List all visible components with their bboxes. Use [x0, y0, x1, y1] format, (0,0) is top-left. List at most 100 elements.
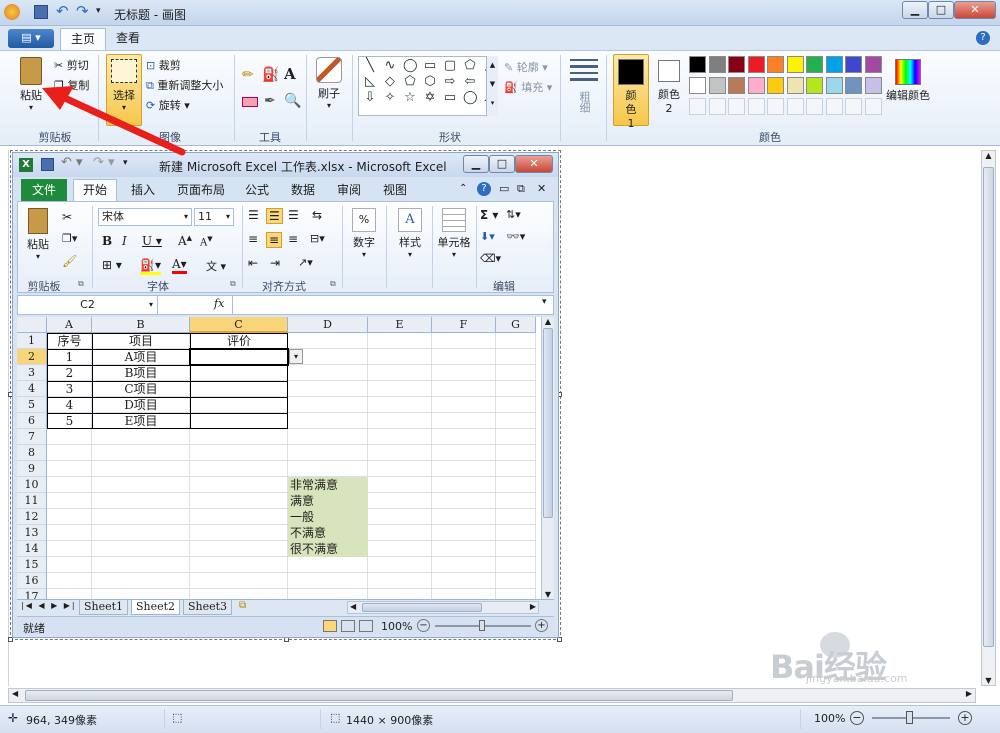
underline-button[interactable]: U ▾: [142, 234, 162, 248]
excel-tab-file[interactable]: 文件: [21, 179, 67, 201]
row-header-1[interactable]: 1: [17, 333, 47, 349]
insert-sheet-icon[interactable]: ⧉: [239, 600, 246, 611]
table-header-cell[interactable]: 评价: [190, 333, 288, 349]
color-swatch[interactable]: [825, 56, 843, 73]
table-cell[interactable]: E项目: [92, 413, 190, 429]
scroll-left-icon[interactable]: ◀: [12, 689, 18, 698]
styles-button[interactable]: A 样式 ▾: [390, 206, 430, 270]
oval-shape-icon[interactable]: ◯: [403, 59, 418, 73]
excel-app-icon[interactable]: X: [19, 158, 33, 172]
rectangle-shape-icon[interactable]: ▭: [423, 59, 437, 73]
normal-view-icon[interactable]: [323, 620, 337, 632]
brushes-button[interactable]: 刷子 ▾: [312, 55, 346, 125]
row-header-6[interactable]: 6: [17, 413, 47, 429]
zoom-slider[interactable]: [435, 620, 531, 631]
excel-tab-insert[interactable]: 插入: [131, 181, 155, 198]
column-header-d[interactable]: D: [288, 317, 368, 333]
column-header-g[interactable]: G: [496, 317, 536, 333]
fill-color-button[interactable]: ⛽▾: [140, 258, 161, 275]
color-swatch[interactable]: [767, 98, 784, 115]
horizontal-scrollbar[interactable]: ◀ ▶: [347, 601, 539, 614]
worksheet-grid[interactable]: A B C D E F G 1 2 3 4 5 6 7 8 9 10 11 12 13 14 15 16 17 序号 项目 评价 1 A…: [17, 317, 541, 599]
row-header-11[interactable]: 11: [17, 493, 47, 509]
outline-button[interactable]: ✎ 轮廓 ▾: [504, 59, 548, 75]
color-swatch[interactable]: [708, 77, 726, 94]
zoom-out-icon[interactable]: −: [417, 619, 430, 632]
font-size-select[interactable]: 11 ▾: [194, 208, 234, 226]
color-swatch[interactable]: [689, 98, 706, 115]
color-swatch[interactable]: [689, 56, 706, 73]
row-header-13[interactable]: 13: [17, 525, 47, 541]
vertical-scrollbar[interactable]: ▲ ▼: [541, 317, 554, 599]
color-swatch[interactable]: [689, 77, 706, 94]
size-button[interactable]: 粗细: [568, 57, 600, 123]
table-cell[interactable]: 1: [47, 349, 92, 365]
row-header-10[interactable]: 10: [17, 477, 47, 493]
table-cell[interactable]: 3: [47, 381, 92, 397]
row-header-4[interactable]: 4: [17, 381, 47, 397]
right-arrow-shape-icon[interactable]: ⇨: [443, 75, 457, 89]
color-swatch[interactable]: [845, 77, 862, 94]
align-right-icon[interactable]: ≡: [288, 232, 298, 246]
tab-view[interactable]: 查看: [106, 28, 150, 50]
color-swatch[interactable]: [825, 98, 843, 115]
column-header-b[interactable]: B: [92, 317, 190, 333]
color-swatch[interactable]: [786, 56, 804, 73]
sort-filter-icon[interactable]: ⇅▾: [506, 208, 521, 221]
text-tool-icon[interactable]: A: [284, 65, 296, 83]
scroll-right-icon[interactable]: ▶: [530, 602, 536, 611]
find-select-icon[interactable]: 👓▾: [506, 230, 525, 243]
excel-tab-review[interactable]: 审阅: [337, 181, 361, 198]
close-button[interactable]: ✕: [954, 1, 996, 19]
increase-indent-icon[interactable]: ⇥: [270, 256, 280, 270]
scroll-thumb[interactable]: [543, 328, 553, 518]
italic-button[interactable]: I: [122, 234, 127, 248]
excel-minimize-button[interactable]: ▁: [463, 155, 489, 173]
color-swatch[interactable]: [747, 56, 765, 73]
paint-horizontal-scrollbar[interactable]: ◀ ▶: [8, 688, 976, 703]
cells-button[interactable]: 单元格 ▾: [434, 206, 474, 270]
sheet-tab-2[interactable]: Sheet2: [131, 600, 181, 615]
excel-tab-home[interactable]: 开始: [73, 179, 117, 201]
page-break-view-icon[interactable]: [359, 620, 373, 632]
edit-colors-button[interactable]: 编辑颜色: [886, 57, 930, 117]
doc-minimize-icon[interactable]: ▭: [499, 182, 509, 195]
zoom-slider-thumb[interactable]: [906, 711, 913, 724]
callout-rect-shape-icon[interactable]: ▭: [443, 91, 457, 105]
shapes-scroll-icon[interactable]: ▲ ▼ ▾: [486, 56, 498, 116]
zoom-in-icon[interactable]: +: [958, 711, 972, 725]
color-swatch[interactable]: [806, 98, 823, 115]
merge-center-icon[interactable]: ⊟▾: [310, 232, 325, 245]
scroll-down-icon[interactable]: ▼: [542, 590, 554, 599]
sheet-tab-3[interactable]: Sheet3: [183, 600, 233, 615]
excel-close-button[interactable]: ✕: [515, 155, 553, 173]
color-swatch[interactable]: [728, 98, 745, 115]
color-swatch[interactable]: [708, 56, 726, 73]
zoom-slider-thumb[interactable]: [479, 620, 485, 631]
table-cell[interactable]: 5: [47, 413, 92, 429]
star4-shape-icon[interactable]: ✧: [383, 91, 397, 105]
eraser-icon[interactable]: ​: [242, 97, 258, 107]
row-header-14[interactable]: 14: [17, 541, 47, 557]
scroll-down-icon[interactable]: ▼: [982, 676, 995, 685]
excel-tab-page-layout[interactable]: 页面布局: [177, 181, 225, 198]
maximize-button[interactable]: □: [928, 1, 954, 19]
fill-bucket-icon[interactable]: ⛽: [262, 67, 279, 83]
table-cell[interactable]: D项目: [92, 397, 190, 413]
color-swatch[interactable]: [806, 77, 823, 94]
formula-input[interactable]: [232, 296, 540, 314]
excel-copy-icon[interactable]: ❐▾: [62, 232, 77, 245]
option-cell[interactable]: 满意: [288, 493, 368, 509]
table-cell[interactable]: 4: [47, 397, 92, 413]
color1-button[interactable]: 颜色 1: [613, 54, 649, 130]
excel-cut-icon[interactable]: ✂: [62, 210, 72, 224]
row-header-5[interactable]: 5: [17, 397, 47, 413]
excel-maximize-button[interactable]: □: [489, 155, 515, 173]
column-header-c[interactable]: C: [190, 317, 288, 333]
zoom-out-icon[interactable]: −: [850, 711, 864, 725]
dialog-launcher-icon[interactable]: ⧉: [230, 279, 236, 289]
quick-access-dropdown-icon[interactable]: ▾: [96, 6, 101, 16]
phonetic-button[interactable]: 文 ▾: [206, 258, 226, 274]
page-layout-view-icon[interactable]: [341, 620, 355, 632]
color-swatch[interactable]: [747, 77, 765, 94]
